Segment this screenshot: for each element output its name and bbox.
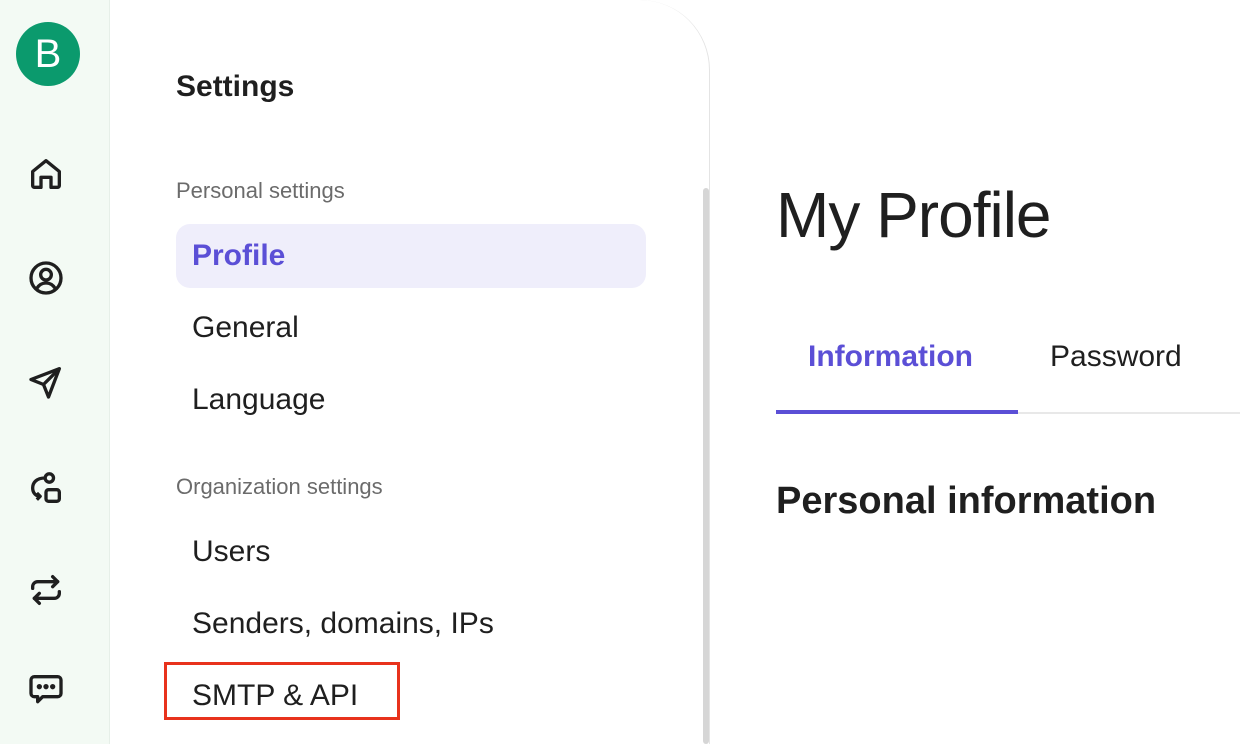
tab-information[interactable]: Information	[808, 330, 973, 414]
page-title: My Profile	[776, 179, 1051, 251]
send-icon[interactable]	[24, 360, 68, 404]
organization-settings-label: Organization settings	[176, 474, 383, 499]
panel-scrollbar[interactable]	[703, 188, 709, 744]
nav-item-label: Users	[192, 535, 271, 568]
home-icon[interactable]	[24, 152, 68, 196]
main-content: My Profile Information Password Personal…	[710, 0, 1240, 744]
automation-icon[interactable]	[24, 466, 68, 510]
tab-label: Password	[1050, 340, 1182, 373]
nav-item-users[interactable]: Users	[176, 520, 646, 584]
settings-panel: Settings Personal settings Profile Gener…	[110, 0, 710, 744]
nav-item-senders-domains-ips[interactable]: Senders, domains, IPs	[176, 592, 646, 656]
nav-item-label: Senders, domains, IPs	[192, 607, 494, 640]
active-tab-indicator	[776, 410, 1018, 414]
settings-title: Settings	[176, 70, 295, 103]
profile-tabs: Information Password	[776, 330, 1240, 414]
chat-icon[interactable]	[24, 668, 68, 712]
nav-item-language[interactable]: Language	[176, 368, 646, 432]
user-circle-icon[interactable]	[24, 256, 68, 300]
highlight-box	[164, 662, 400, 720]
nav-item-label: General	[192, 311, 299, 344]
nav-item-label: Language	[192, 383, 326, 416]
brand-logo-letter: B	[34, 31, 62, 76]
tab-label: Information	[808, 340, 973, 373]
transfer-icon[interactable]	[24, 568, 68, 612]
nav-item-profile[interactable]: Profile	[176, 224, 646, 288]
brand-logo[interactable]: B	[16, 22, 80, 86]
section-heading: Personal information	[776, 480, 1157, 522]
nav-item-general[interactable]: General	[176, 296, 646, 360]
icon-rail: B	[0, 0, 110, 744]
nav-item-label: Profile	[192, 239, 286, 272]
personal-settings-label: Personal settings	[176, 178, 345, 203]
tab-password[interactable]: Password	[1050, 330, 1182, 414]
